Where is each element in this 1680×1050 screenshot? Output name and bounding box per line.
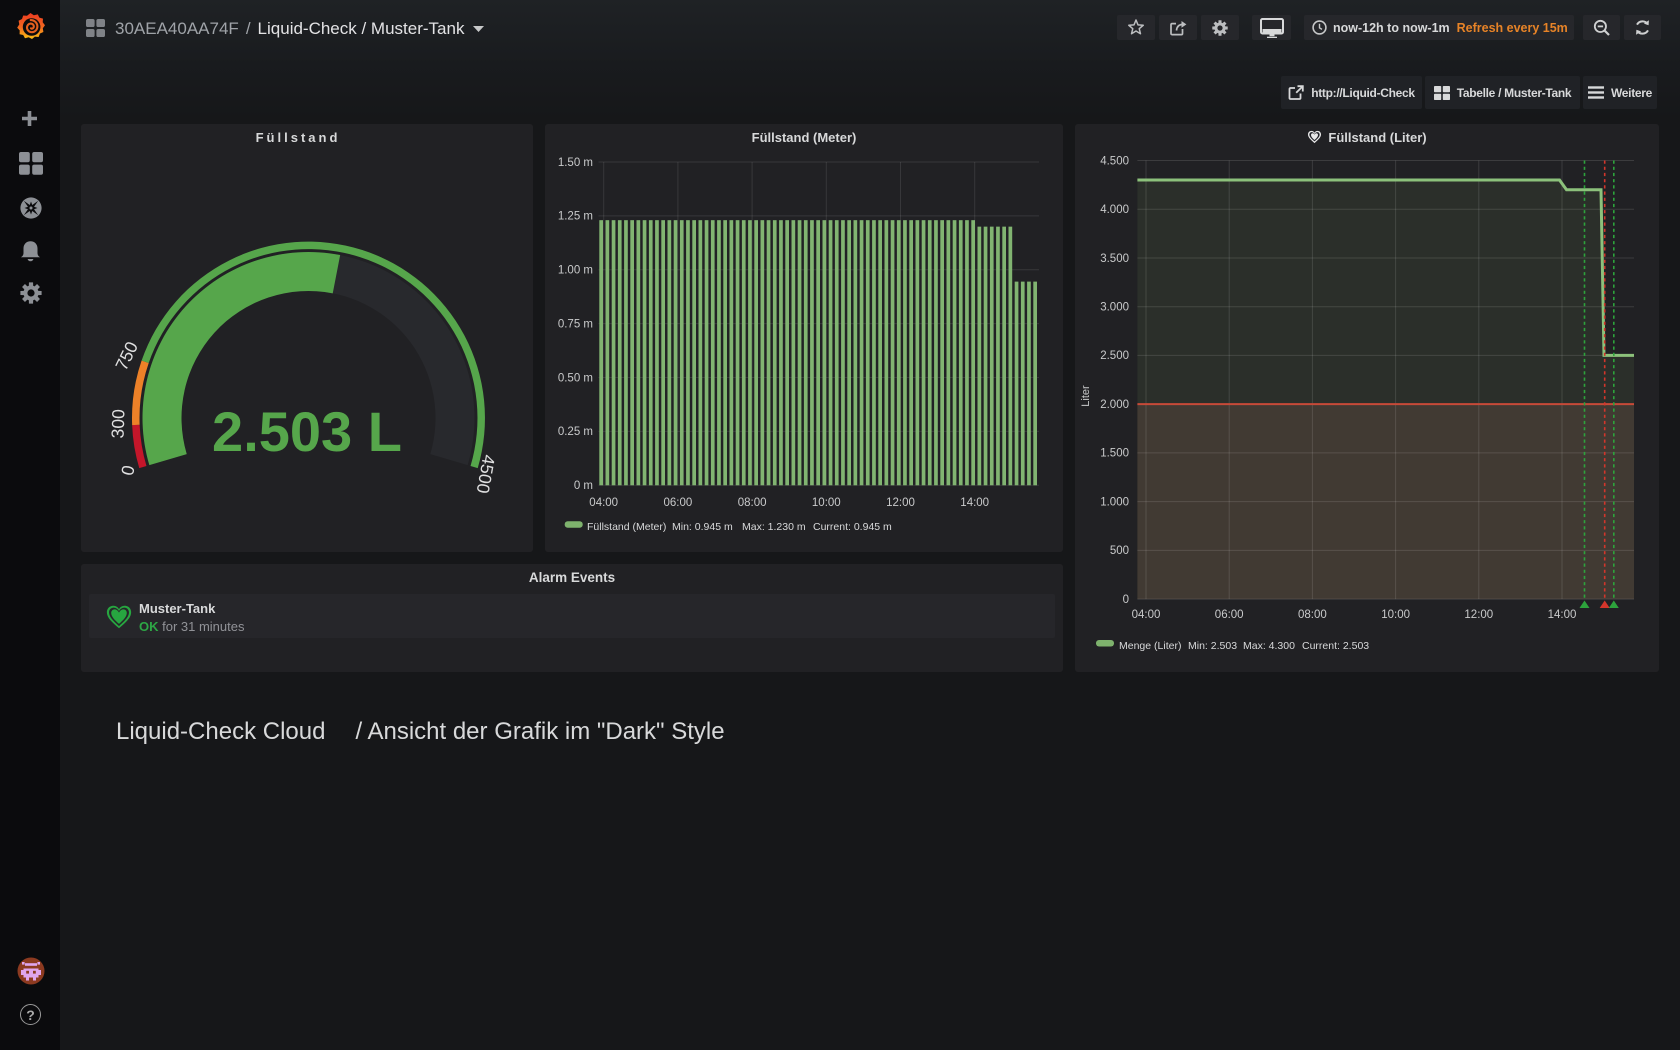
- svg-text:3.500: 3.500: [1100, 253, 1129, 265]
- svg-text:Max: 1.230 m: Max: 1.230 m: [742, 521, 806, 533]
- svg-text:2.503 L: 2.503 L: [212, 400, 402, 463]
- svg-text:750: 750: [111, 338, 142, 373]
- svg-text:2.500: 2.500: [1100, 350, 1129, 362]
- svg-text:4.500: 4.500: [1100, 155, 1129, 167]
- svg-text:0: 0: [117, 463, 139, 477]
- svg-text:Liter: Liter: [1080, 385, 1092, 407]
- svg-text:Menge (Liter): Menge (Liter): [1119, 640, 1181, 652]
- svg-text:Current: 0.945 m: Current: 0.945 m: [813, 521, 892, 533]
- svg-text:06:00: 06:00: [1215, 609, 1244, 621]
- svg-text:1.00 m: 1.00 m: [558, 265, 593, 277]
- svg-text:0.75 m: 0.75 m: [558, 318, 593, 330]
- svg-text:2.000: 2.000: [1100, 399, 1129, 411]
- svg-text:04:00: 04:00: [589, 497, 618, 509]
- svg-text:14:00: 14:00: [960, 497, 989, 509]
- svg-text:1.500: 1.500: [1100, 448, 1129, 460]
- svg-text:1.000: 1.000: [1100, 496, 1129, 508]
- svg-text:14:00: 14:00: [1548, 609, 1577, 621]
- svg-text:Min: 2.503: Min: 2.503: [1188, 640, 1237, 652]
- svg-text:06:00: 06:00: [664, 497, 693, 509]
- svg-text:10:00: 10:00: [812, 497, 841, 509]
- svg-text:Füllstand (Meter): Füllstand (Meter): [587, 521, 666, 533]
- svg-text:1.50 m: 1.50 m: [558, 157, 593, 169]
- svg-text:Current: 2.503: Current: 2.503: [1302, 640, 1369, 652]
- svg-text:0 m: 0 m: [574, 480, 593, 492]
- svg-text:10:00: 10:00: [1381, 609, 1410, 621]
- svg-text:12:00: 12:00: [1464, 609, 1493, 621]
- svg-text:0.50 m: 0.50 m: [558, 372, 593, 384]
- svg-text:500: 500: [1110, 545, 1129, 557]
- svg-text:04:00: 04:00: [1132, 609, 1161, 621]
- svg-text:0.25 m: 0.25 m: [558, 426, 593, 438]
- svg-text:0: 0: [1123, 594, 1129, 606]
- svg-text:08:00: 08:00: [738, 497, 767, 509]
- svg-text:3.000: 3.000: [1100, 302, 1129, 314]
- svg-text:Min: 0.945 m: Min: 0.945 m: [672, 521, 733, 533]
- svg-text:1.25 m: 1.25 m: [558, 211, 593, 223]
- svg-text:300: 300: [108, 409, 129, 439]
- svg-text:12:00: 12:00: [886, 497, 915, 509]
- svg-text:08:00: 08:00: [1298, 609, 1327, 621]
- svg-text:Max: 4.300: Max: 4.300: [1243, 640, 1295, 652]
- svg-text:4.000: 4.000: [1100, 204, 1129, 216]
